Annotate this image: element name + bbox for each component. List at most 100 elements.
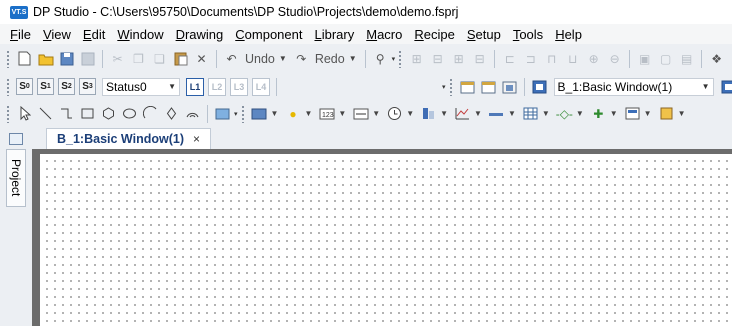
goto-window-icon[interactable] [531,78,548,95]
toolbar-overflow-icon[interactable]: ▾ [442,83,446,91]
bar-component-icon[interactable] [420,105,437,122]
align-center-icon[interactable]: ⊟ [429,50,446,67]
undo-dropdown-icon[interactable]: ▼ [279,54,287,63]
undo-icon[interactable]: ↶ [223,50,240,67]
menu-tools[interactable]: Tools [507,27,549,42]
recipe-component-icon[interactable] [658,105,675,122]
pointer-icon[interactable] [16,105,33,122]
chevron-down-icon[interactable]: ▼ [508,109,516,118]
toolbar-overflow-icon[interactable]: ▾ [392,55,396,63]
distribute-v-icon[interactable]: ⊔ [564,50,581,67]
menu-edit[interactable]: Edit [77,27,111,42]
align-bottom-icon[interactable]: ⊐ [522,50,539,67]
numeric-component-icon[interactable]: 123 [318,105,335,122]
redo-icon[interactable]: ↷ [293,50,310,67]
window-properties-icon[interactable] [480,78,497,95]
menu-library[interactable]: Library [308,27,360,42]
layer-3-button[interactable]: L3 [230,77,248,96]
same-width-icon[interactable]: ⊕ [585,50,602,67]
toolbar-grip-icon[interactable] [398,49,403,68]
status-1-button[interactable]: S1 [37,78,54,95]
chevron-down-icon[interactable]: ▼ [576,109,584,118]
toolbar-grip-icon[interactable] [6,49,10,68]
cut-icon[interactable]: ✂ [109,50,126,67]
chevron-down-icon[interactable]: ▼ [304,109,312,118]
redo-dropdown-icon[interactable]: ▼ [349,54,357,63]
paste-icon[interactable] [172,50,189,67]
status-select[interactable]: Status0 ▼ [102,77,180,96]
status-3-button[interactable]: S3 [79,78,96,95]
menu-recipe[interactable]: Recipe [408,27,460,42]
tab-basic-window-1[interactable]: B_1:Basic Window(1) × [46,128,211,149]
polyline-tool-icon[interactable] [58,105,75,122]
menu-component[interactable]: Component [229,27,308,42]
undo-button[interactable]: Undo [245,52,275,66]
picture-tool-icon[interactable] [214,105,231,122]
copy-icon[interactable]: ❐ [130,50,147,67]
chevron-down-icon[interactable]: ▼ [372,109,380,118]
rectangle-tool-icon[interactable] [79,105,96,122]
chevron-down-icon[interactable]: ▼ [542,109,550,118]
toolbar-grip-icon[interactable] [448,77,453,96]
find-icon[interactable]: ⚲ [372,50,389,67]
ungroup-icon[interactable]: ▢ [657,50,674,67]
new-file-icon[interactable] [16,50,33,67]
chevron-down-icon[interactable]: ▼ [610,109,618,118]
menu-help[interactable]: Help [549,27,588,42]
toolbar-overflow-icon[interactable]: ▾ [234,110,238,118]
copy-special-icon[interactable]: ❏ [151,50,168,67]
chevron-down-icon[interactable]: ▼ [644,109,652,118]
slider-component-icon[interactable] [488,105,505,122]
polygon-tool-icon[interactable] [100,105,117,122]
line-tool-icon[interactable] [37,105,54,122]
arc-tool-icon[interactable] [142,105,159,122]
chevron-down-icon[interactable]: ▼ [271,109,279,118]
chevron-down-icon[interactable]: ▼ [338,109,346,118]
toolbar-grip-icon[interactable] [6,104,10,123]
layer-1-button[interactable]: L1 [186,77,204,96]
table-component-icon[interactable] [522,105,539,122]
chevron-down-icon[interactable]: ▼ [678,109,686,118]
move-component-icon[interactable]: ✚ [590,105,607,122]
menu-window[interactable]: Window [111,27,169,42]
window-manager-icon[interactable] [501,78,518,95]
delete-icon[interactable]: ✕ [193,50,210,67]
chevron-down-icon[interactable]: ▼ [474,109,482,118]
pipe-component-icon[interactable]: -◇- [556,105,573,122]
align-right-icon[interactable]: ⊞ [450,50,467,67]
library-icon[interactable]: ❖ [708,50,725,67]
align-middle-icon[interactable]: ⊏ [501,50,518,67]
project-panel-icon[interactable] [9,133,23,145]
group-icon[interactable]: ▣ [636,50,653,67]
alarm-component-icon[interactable] [624,105,641,122]
lamp-component-icon[interactable]: ● [284,105,301,122]
menu-file[interactable]: File [4,27,37,42]
save-icon[interactable] [58,50,75,67]
trend-chart-icon[interactable] [454,105,471,122]
same-height-icon[interactable]: ⊖ [606,50,623,67]
align-top-icon[interactable]: ⊟ [471,50,488,67]
close-icon[interactable]: × [193,132,200,146]
button-component-icon[interactable] [251,105,268,122]
toolbar-grip-icon[interactable] [240,104,245,123]
ellipse-tool-icon[interactable] [121,105,138,122]
status-0-button[interactable]: S0 [16,78,33,95]
pie-tool-icon[interactable] [163,105,180,122]
status-2-button[interactable]: S2 [58,78,75,95]
sector-tool-icon[interactable] [184,105,201,122]
align-left-icon[interactable]: ⊞ [408,50,425,67]
distribute-h-icon[interactable]: ⊓ [543,50,560,67]
menu-view[interactable]: View [37,27,77,42]
layer-2-button[interactable]: L2 [208,77,226,96]
open-folder-icon[interactable] [37,50,54,67]
redo-button[interactable]: Redo [315,52,345,66]
design-canvas[interactable] [40,154,732,326]
layer-order-icon[interactable]: ▤ [678,50,695,67]
menu-setup[interactable]: Setup [461,27,507,42]
chevron-down-icon[interactable]: ▼ [440,109,448,118]
text-component-icon[interactable] [352,105,369,122]
layer-4-button[interactable]: L4 [252,77,270,96]
save-all-icon[interactable] [79,50,96,67]
window-select[interactable]: B_1:Basic Window(1) ▼ [553,77,714,96]
menu-macro[interactable]: Macro [360,27,408,42]
